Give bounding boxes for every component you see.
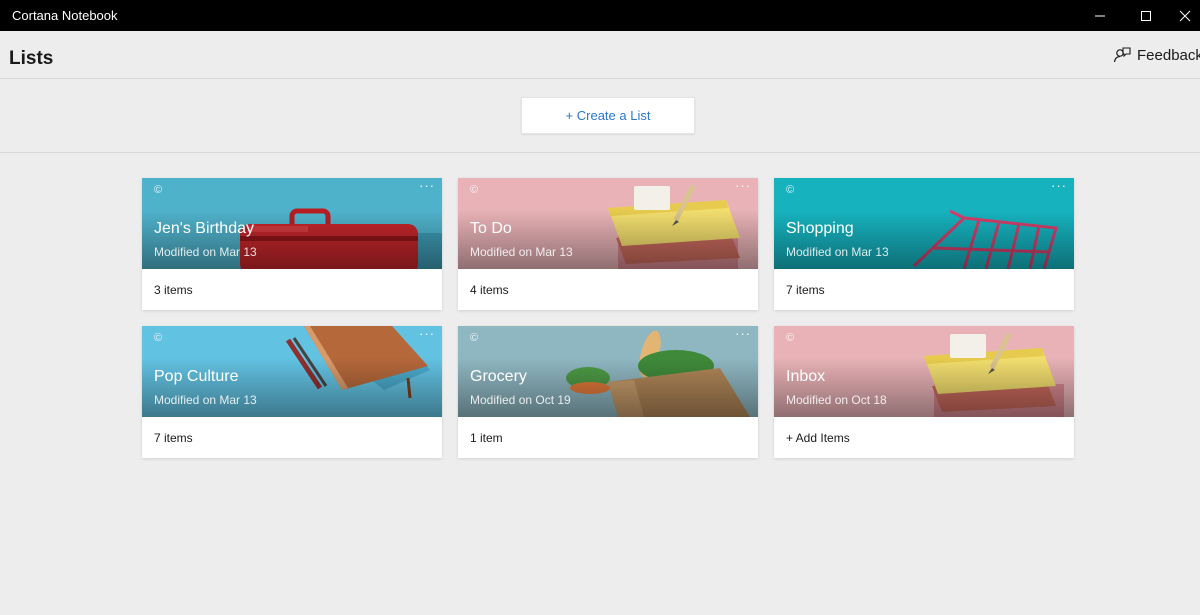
list-modified: Modified on Oct 18 [786, 393, 887, 407]
list-card-image: © ··· Jen's Birthday Modified on Mar 13 [142, 178, 442, 269]
list-card[interactable]: © ··· Shopping Modified on Mar 13 7 item… [774, 178, 1074, 310]
list-title: Jen's Birthday [154, 220, 254, 237]
copyright-label: © [786, 332, 795, 344]
more-options-icon[interactable]: ··· [419, 178, 435, 193]
add-items-link[interactable]: + Add Items [786, 431, 850, 445]
list-card-image: © Inbox Modified on Oct 18 [774, 326, 1074, 417]
list-modified: Modified on Mar 13 [470, 245, 573, 259]
copyright-label: © [786, 184, 795, 196]
list-card-image: © ··· Shopping Modified on Mar 13 [774, 178, 1074, 269]
more-options-icon[interactable]: ··· [735, 326, 751, 341]
create-list-button[interactable]: + Create a List [521, 97, 695, 134]
copyright-label: © [470, 332, 479, 344]
list-item-count: 3 items [154, 283, 193, 297]
more-options-icon[interactable]: ··· [735, 178, 751, 193]
list-item-count: 7 items [786, 283, 825, 297]
list-card[interactable]: © Inbox Modified on Oct 18 + Add Items [774, 326, 1074, 458]
list-item-count: 4 items [470, 283, 509, 297]
maximize-icon [1141, 10, 1151, 21]
page-title: Lists [9, 48, 54, 69]
list-title: To Do [470, 220, 512, 237]
list-modified: Modified on Mar 13 [786, 245, 889, 259]
more-options-icon[interactable]: ··· [1051, 178, 1067, 193]
feedback-button[interactable]: Feedback [1113, 46, 1200, 64]
list-title: Inbox [786, 368, 826, 385]
minimize-button[interactable] [1077, 0, 1123, 31]
list-card-image: © ··· Grocery Modified on Oct 19 [458, 326, 758, 417]
copyright-label: © [154, 332, 163, 344]
list-modified: Modified on Oct 19 [470, 393, 571, 407]
list-card-image: © ··· To Do Modified on Mar 13 [458, 178, 758, 269]
list-card[interactable]: © ··· To Do Modified on Mar 13 4 items [458, 178, 758, 310]
list-card-image: © ··· Pop Culture Modified on Mar 13 [142, 326, 442, 417]
list-title: Grocery [470, 368, 527, 385]
list-title: Shopping [786, 220, 854, 237]
window-title: Cortana Notebook [12, 8, 118, 23]
list-item-count: 1 item [470, 431, 503, 445]
list-card[interactable]: © ··· Grocery Modified on Oct 19 1 item [458, 326, 758, 458]
list-card[interactable]: © ··· Jen's Birthday Modified on Mar 13 … [142, 178, 442, 310]
list-modified: Modified on Mar 13 [154, 393, 257, 407]
create-list-area: + Create a List [0, 80, 1200, 153]
close-button[interactable] [1162, 0, 1200, 31]
window-titlebar: Cortana Notebook [0, 0, 1200, 31]
list-card[interactable]: © ··· Pop Culture Modified on Mar 13 7 i… [142, 326, 442, 458]
copyright-label: © [154, 184, 163, 196]
close-icon [1179, 10, 1191, 21]
more-options-icon[interactable]: ··· [419, 326, 435, 341]
list-item-count: 7 items [154, 431, 193, 445]
minimize-icon [1095, 15, 1105, 16]
list-modified: Modified on Mar 13 [154, 245, 257, 259]
list-title: Pop Culture [154, 368, 239, 385]
page-header: Lists Feedback [0, 31, 1200, 79]
feedback-label: Feedback [1137, 46, 1200, 64]
feedback-icon [1113, 47, 1131, 63]
copyright-label: © [470, 184, 479, 196]
